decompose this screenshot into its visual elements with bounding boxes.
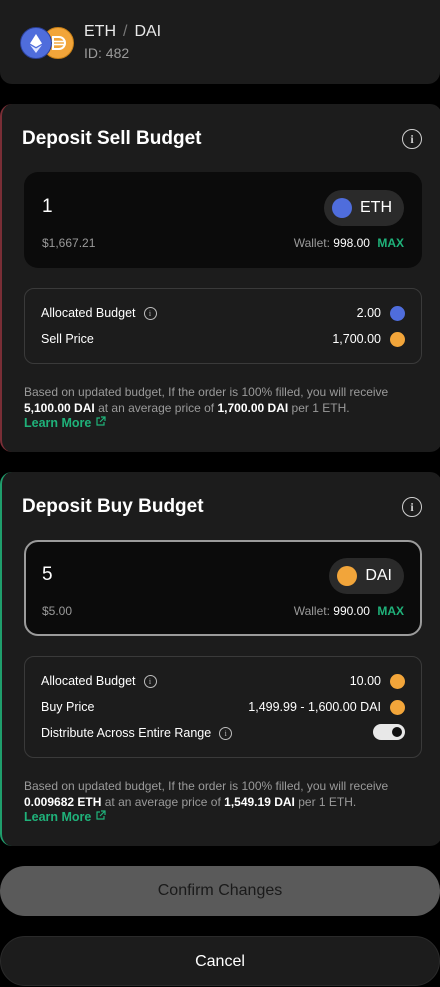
note-text: per 1 ETH. xyxy=(291,401,350,415)
confirm-changes-button[interactable]: Confirm Changes xyxy=(0,866,440,916)
max-button[interactable]: MAX xyxy=(377,236,404,250)
info-icon[interactable]: i xyxy=(402,497,422,517)
toggle-knob xyxy=(392,727,402,737)
base-token-symbol: ETH xyxy=(84,23,116,40)
eth-token-icon xyxy=(390,306,405,321)
note-amount: 5,100.00 DAI xyxy=(24,401,95,415)
external-link-icon xyxy=(95,416,106,430)
buy-summary-note: Based on updated budget, If the order is… xyxy=(24,778,424,810)
note-text: Based on updated budget, If the order is… xyxy=(24,779,389,793)
allocated-budget-label: Allocated Budget xyxy=(41,674,136,688)
learn-more-label: Learn More xyxy=(24,810,92,824)
allocated-budget-value: 10.00 xyxy=(349,674,381,688)
distribute-toggle[interactable] xyxy=(373,724,405,740)
allocation-summary: Allocated Budget i 10.00 Buy Price 1,499.… xyxy=(24,656,422,758)
buy-amount-input[interactable]: 5 xyxy=(42,564,53,586)
token-selector-dai: DAI xyxy=(329,558,404,594)
allocated-budget-row: Allocated Budget i 10.00 xyxy=(41,674,405,694)
token-symbol: ETH xyxy=(360,199,392,216)
sell-price-row: Sell Price 1,700.00 xyxy=(41,332,405,352)
allocation-summary: Allocated Budget i 2.00 Sell Price 1,700.… xyxy=(24,288,422,364)
note-price: 1,700.00 DAI xyxy=(217,401,289,415)
sell-summary-note: Based on updated budget, If the order is… xyxy=(24,384,424,416)
fiat-value: $1,667.21 xyxy=(42,236,96,250)
distribute-row: Distribute Across Entire Range i xyxy=(41,724,405,746)
buy-price-value: 1,499.99 - 1,600.00 DAI xyxy=(248,700,381,714)
quote-token-symbol: DAI xyxy=(134,23,162,40)
dai-token-icon xyxy=(390,674,405,689)
token-symbol: DAI xyxy=(365,567,392,584)
learn-more-link[interactable]: Learn More xyxy=(24,416,106,430)
info-icon[interactable]: i xyxy=(219,727,233,740)
sell-price-label: Sell Price xyxy=(41,332,94,346)
allocated-budget-row: Allocated Budget i 2.00 xyxy=(41,306,405,326)
token-selector-eth: ETH xyxy=(324,190,404,226)
allocated-budget-value: 2.00 xyxy=(356,306,381,320)
info-icon[interactable]: i xyxy=(402,129,422,149)
learn-more-label: Learn More xyxy=(24,416,92,430)
info-icon[interactable]: i xyxy=(143,675,157,688)
deposit-sell-section: Deposit Sell Budget i 1 ETH $1,667.21 Wa… xyxy=(0,104,440,452)
sell-price-value: 1,700.00 xyxy=(332,332,381,346)
dai-token-icon xyxy=(390,700,405,715)
wallet-label: Wallet: xyxy=(293,236,330,250)
wallet-value: 998.00 xyxy=(333,236,370,250)
pair-name: ETH / DAI xyxy=(84,23,161,41)
pair-header: ETH / DAI ID: 482 xyxy=(0,0,440,84)
learn-more-link[interactable]: Learn More xyxy=(24,810,106,824)
eth-token-icon xyxy=(20,27,52,59)
external-link-icon xyxy=(95,810,106,824)
note-text: per 1 ETH. xyxy=(298,795,357,809)
section-title: Deposit Buy Budget xyxy=(22,496,204,517)
dai-token-icon xyxy=(390,332,405,347)
note-text: at an average price of xyxy=(98,401,215,415)
pair-separator: / xyxy=(123,23,128,40)
note-text: at an average price of xyxy=(104,795,221,809)
sell-budget-input-box[interactable]: 1 ETH $1,667.21 Wallet: 998.00 MAX xyxy=(24,172,422,268)
note-amount: 0.009682 ETH xyxy=(24,795,102,809)
section-title: Deposit Sell Budget xyxy=(22,128,202,149)
max-button[interactable]: MAX xyxy=(377,604,404,618)
distribute-label: Distribute Across Entire Range xyxy=(41,726,212,740)
dai-token-icon xyxy=(337,566,358,586)
buy-price-row: Buy Price 1,499.99 - 1,600.00 DAI xyxy=(41,700,405,720)
allocated-budget-label: Allocated Budget xyxy=(41,306,136,320)
note-price: 1,549.19 DAI xyxy=(224,795,295,809)
strategy-id: ID: 482 xyxy=(84,45,130,61)
eth-token-icon xyxy=(332,198,352,218)
cancel-button[interactable]: Cancel xyxy=(0,936,440,986)
note-text: Based on updated budget, If the order is… xyxy=(24,385,389,399)
wallet-value: 990.00 xyxy=(333,604,370,618)
buy-budget-input-box[interactable]: 5 DAI $5.00 Wallet: 990.00 MAX xyxy=(24,540,422,636)
sell-amount-input[interactable]: 1 xyxy=(42,196,53,218)
deposit-buy-section: Deposit Buy Budget i 5 DAI $5.00 Wallet:… xyxy=(0,472,440,846)
fiat-value: $5.00 xyxy=(42,604,73,618)
wallet-label: Wallet: xyxy=(293,604,330,618)
wallet-balance: Wallet: 998.00 MAX xyxy=(294,236,404,250)
wallet-balance: Wallet: 990.00 MAX xyxy=(294,604,404,618)
buy-price-label: Buy Price xyxy=(41,700,95,714)
info-icon[interactable]: i xyxy=(143,307,157,320)
